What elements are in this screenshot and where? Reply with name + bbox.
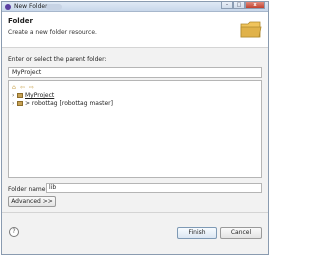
window-title: New Folder [14, 3, 48, 10]
page-title: Folder [8, 17, 33, 25]
title-bar[interactable]: New Folder – □ x [2, 2, 268, 12]
project-folder-icon [17, 93, 23, 98]
tree-item-label: MyProject [25, 92, 55, 99]
tree-item[interactable]: › MyProject [12, 92, 54, 99]
footer-divider [2, 212, 268, 213]
home-icon[interactable]: ⌂ [12, 84, 16, 91]
finish-button[interactable]: Finish [177, 227, 217, 239]
help-icon[interactable]: ? [9, 227, 19, 237]
dialog-window: New Folder – □ x Folder Create a new fol… [1, 1, 269, 255]
maximize-button[interactable]: □ [233, 2, 245, 9]
title-blur-shape [46, 4, 62, 10]
dialog-header: Folder Create a new folder resource. [2, 12, 268, 48]
tree-item-label: > robottag [robottag master] [25, 100, 113, 107]
forward-arrow-icon[interactable]: ⇨ [29, 84, 34, 91]
parent-folder-label: Enter or select the parent folder: [8, 56, 107, 63]
cancel-button[interactable]: Cancel [220, 227, 262, 239]
folder-icon [240, 21, 262, 38]
tree-toolbar: ⌂ ⇦ ⇨ [12, 84, 38, 91]
project-folder-icon [17, 101, 23, 106]
parent-folder-input[interactable]: MyProject [8, 67, 262, 78]
tree-item[interactable]: › > robottag [robottag master] [12, 100, 113, 107]
eclipse-icon [5, 4, 11, 10]
close-button[interactable]: x [245, 2, 265, 9]
page-description: Create a new folder resource. [8, 29, 97, 36]
advanced-button[interactable]: Advanced >> [8, 196, 56, 207]
minimize-button[interactable]: – [221, 2, 233, 9]
back-arrow-icon[interactable]: ⇦ [20, 84, 25, 91]
folder-tree[interactable]: ⌂ ⇦ ⇨ › MyProject › > robottag [robottag mas… [8, 80, 262, 178]
folder-name-label: Folder name: [8, 186, 48, 193]
folder-name-input[interactable]: lib [46, 183, 262, 193]
